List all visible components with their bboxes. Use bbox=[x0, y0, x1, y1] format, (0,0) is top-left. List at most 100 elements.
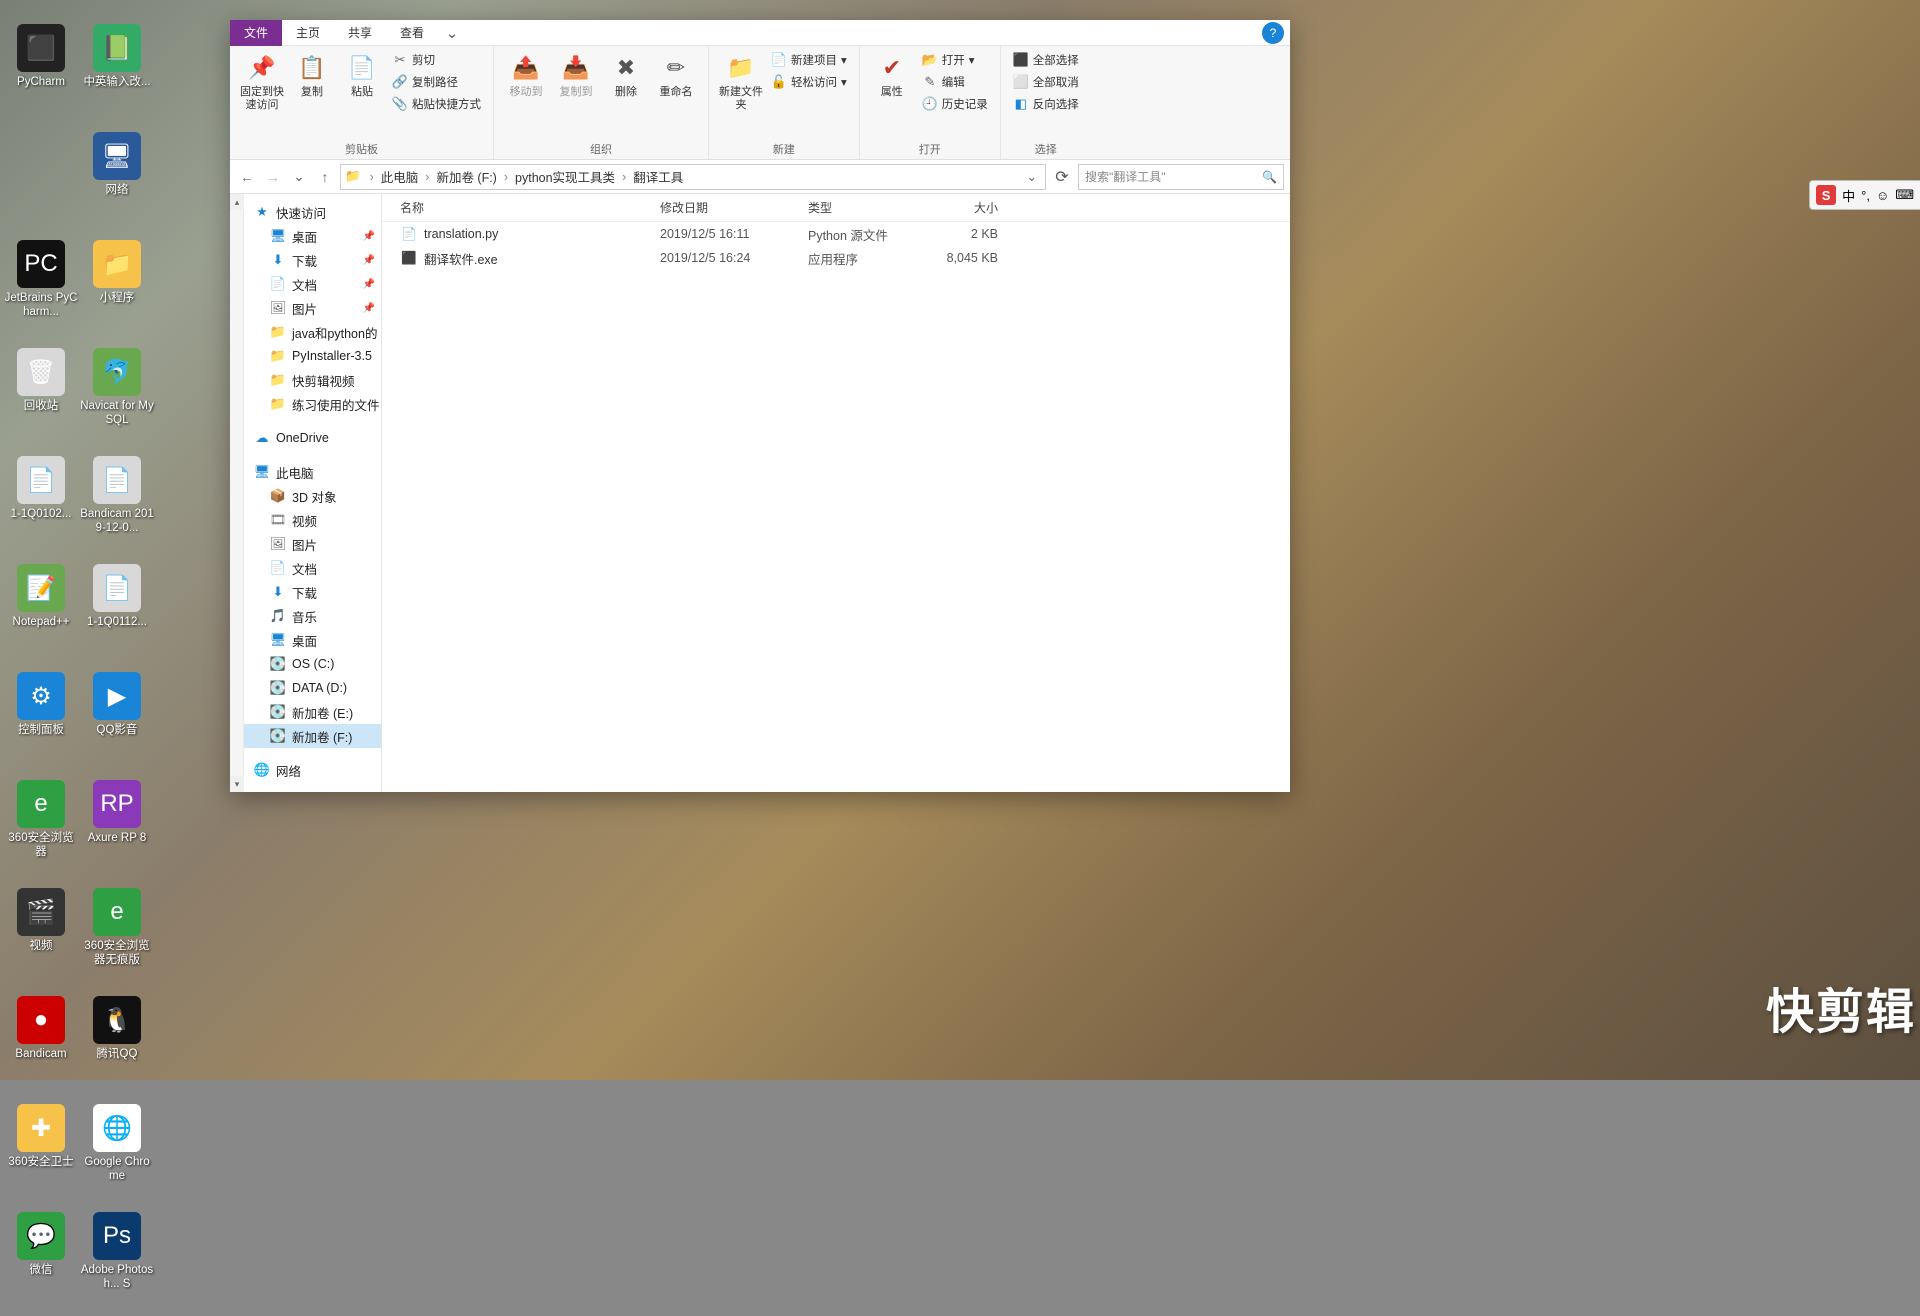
paste-button[interactable]: 📄粘贴 bbox=[338, 50, 386, 101]
sidebar-item[interactable]: 🖼图片📌 bbox=[244, 296, 381, 320]
col-size[interactable]: 大小 bbox=[928, 199, 1018, 216]
desktop-icon[interactable]: ▶QQ影音 bbox=[80, 672, 154, 772]
desktop-icon[interactable]: 📄Bandicam 2019-12-0... bbox=[80, 456, 154, 556]
sidebar-item[interactable]: 📄文档 bbox=[244, 556, 381, 580]
sidebar-item[interactable]: 🎞视频 bbox=[244, 508, 381, 532]
sidebar-item[interactable]: ⬇下载📌 bbox=[244, 248, 381, 272]
tab-view[interactable]: 查看 bbox=[386, 20, 438, 46]
desktop-icon[interactable]: PsAdobe Photosh... S bbox=[80, 1212, 154, 1312]
crumb-drive[interactable]: 新加卷 (F:) bbox=[434, 167, 498, 186]
sidebar-scrollbar[interactable]: ▴ ▾ bbox=[230, 194, 244, 792]
ime-toolbar[interactable]: S 中 °, ☺ ⌨ bbox=[1809, 180, 1920, 210]
chevron-right-icon[interactable]: › bbox=[619, 170, 629, 184]
sidebar-item[interactable]: 🖥桌面 bbox=[244, 628, 381, 652]
nav-recent-dropdown[interactable]: ⌄ bbox=[288, 166, 310, 188]
ime-keyboard-icon[interactable]: ⌨ bbox=[1895, 187, 1914, 203]
sidebar-item[interactable]: 💽新加卷 (F:) bbox=[244, 724, 381, 748]
sidebar-item[interactable]: 📦3D 对象 bbox=[244, 484, 381, 508]
moveto-button[interactable]: 📤移动到 bbox=[502, 50, 550, 101]
nav-up-button[interactable]: ↑ bbox=[314, 166, 336, 188]
sidebar-item[interactable]: 📁java和python的 bbox=[244, 320, 381, 344]
nav-back-button[interactable]: ← bbox=[236, 166, 258, 188]
sidebar-item[interactable]: 🎵音乐 bbox=[244, 604, 381, 628]
ime-punct-icon[interactable]: °, bbox=[1861, 188, 1870, 203]
sidebar-onedrive[interactable]: ☁OneDrive bbox=[244, 426, 381, 450]
breadcrumb-bar[interactable]: 📁 › 此电脑 › 新加卷 (F:) › python实现工具类 › 翻译工具 … bbox=[340, 164, 1046, 190]
desktop-icon[interactable]: 📗中英输入改... bbox=[80, 24, 154, 124]
chevron-right-icon[interactable]: › bbox=[367, 170, 377, 184]
paste-shortcut-button[interactable]: 📎粘贴快捷方式 bbox=[388, 94, 485, 114]
edit-button[interactable]: ✎编辑 bbox=[918, 72, 992, 92]
ime-language[interactable]: 中 bbox=[1842, 186, 1855, 205]
sidebar-quick-access[interactable]: ★快速访问 bbox=[244, 200, 381, 224]
tab-share[interactable]: 共享 bbox=[334, 20, 386, 46]
sidebar-thispc[interactable]: 🖥此电脑 bbox=[244, 460, 381, 484]
select-none-button[interactable]: ⬜全部取消 bbox=[1009, 72, 1083, 92]
history-button[interactable]: 🕘历史记录 bbox=[918, 94, 992, 114]
desktop-icon[interactable]: 📄1-1Q0112... bbox=[80, 564, 154, 664]
sidebar-item[interactable]: 📁PyInstaller-3.5 bbox=[244, 344, 381, 368]
ribbon-minimize[interactable]: ⌄ bbox=[438, 24, 466, 42]
easy-access-button[interactable]: 🔓轻松访问 ▾ bbox=[767, 72, 851, 92]
help-icon[interactable]: ? bbox=[1262, 22, 1284, 44]
copyto-button[interactable]: 📥复制到 bbox=[552, 50, 600, 101]
ime-emoji-icon[interactable]: ☺ bbox=[1876, 188, 1889, 203]
open-button[interactable]: 📂打开 ▾ bbox=[918, 50, 992, 70]
scroll-down-icon[interactable]: ▾ bbox=[230, 776, 244, 792]
cut-button[interactable]: ✂剪切 bbox=[388, 50, 485, 70]
desktop-icon[interactable]: 🖥网络 bbox=[80, 132, 154, 232]
file-row[interactable]: 📄translation.py2019/12/5 16:11Python 源文件… bbox=[382, 222, 1290, 246]
chevron-right-icon[interactable]: › bbox=[422, 170, 432, 184]
desktop-icon[interactable]: ●Bandicam bbox=[4, 996, 78, 1096]
nav-forward-button[interactable]: → bbox=[262, 166, 284, 188]
crumb-folder1[interactable]: python实现工具类 bbox=[513, 167, 617, 186]
properties-button[interactable]: ✔属性 bbox=[868, 50, 916, 101]
refresh-button[interactable]: ⟳ bbox=[1050, 167, 1074, 187]
desktop-icon[interactable]: 💬微信 bbox=[4, 1212, 78, 1312]
sidebar-network[interactable]: 🌐网络 bbox=[244, 758, 381, 782]
tab-home[interactable]: 主页 bbox=[282, 20, 334, 46]
col-date[interactable]: 修改日期 bbox=[660, 199, 808, 216]
desktop-icon[interactable]: 📝Notepad++ bbox=[4, 564, 78, 664]
copy-button[interactable]: 📋复制 bbox=[288, 50, 336, 101]
desktop-icon[interactable]: 🗑回收站 bbox=[4, 348, 78, 448]
select-all-button[interactable]: ⬛全部选择 bbox=[1009, 50, 1083, 70]
sidebar-item[interactable]: 💽OS (C:) bbox=[244, 652, 381, 676]
desktop-icon[interactable]: PCJetBrains PyCharm... bbox=[4, 240, 78, 340]
desktop-icon[interactable]: 🐧腾讯QQ bbox=[80, 996, 154, 1096]
sidebar-item[interactable]: 💽新加卷 (E:) bbox=[244, 700, 381, 724]
col-name[interactable]: 名称 bbox=[400, 199, 660, 216]
scroll-up-icon[interactable]: ▴ bbox=[230, 194, 244, 210]
crumb-folder2[interactable]: 翻译工具 bbox=[631, 167, 685, 186]
desktop-icon[interactable]: 📁小程序 bbox=[80, 240, 154, 340]
rename-button[interactable]: ✏重命名 bbox=[652, 50, 700, 101]
desktop-icon[interactable]: e360安全浏览器无痕版 bbox=[80, 888, 154, 988]
file-row[interactable]: ⬛翻译软件.exe2019/12/5 16:24应用程序8,045 KB bbox=[382, 246, 1290, 270]
address-dropdown[interactable]: ⌄ bbox=[1023, 169, 1041, 184]
sidebar-item[interactable]: ⬇下载 bbox=[244, 580, 381, 604]
new-folder-button[interactable]: 📁新建文件夹 bbox=[717, 50, 765, 113]
sidebar-item[interactable]: 🖼图片 bbox=[244, 532, 381, 556]
new-item-button[interactable]: 📄新建项目 ▾ bbox=[767, 50, 851, 70]
tab-file[interactable]: 文件 bbox=[230, 20, 282, 46]
desktop-icon[interactable]: RPAxure RP 8 bbox=[80, 780, 154, 880]
desktop-icon[interactable]: ✚360安全卫士 bbox=[4, 1104, 78, 1204]
sidebar-item[interactable]: 📁练习使用的文件 bbox=[244, 392, 381, 416]
pin-quickaccess-button[interactable]: 📌固定到快速访问 bbox=[238, 50, 286, 113]
col-type[interactable]: 类型 bbox=[808, 199, 928, 216]
copy-path-button[interactable]: 🔗复制路径 bbox=[388, 72, 485, 92]
desktop-icon[interactable]: ⬛PyCharm bbox=[4, 24, 78, 124]
sidebar-item[interactable]: 📁快剪辑视频 bbox=[244, 368, 381, 392]
crumb-thispc[interactable]: 此电脑 bbox=[379, 167, 421, 186]
desktop-icon[interactable]: 🐬Navicat for MySQL bbox=[80, 348, 154, 448]
desktop-icon[interactable]: ⚙控制面板 bbox=[4, 672, 78, 772]
desktop-icon[interactable]: 📄1-1Q0102... bbox=[4, 456, 78, 556]
sidebar-item[interactable]: 💽DATA (D:) bbox=[244, 676, 381, 700]
desktop-icon[interactable]: 🌐Google Chrome bbox=[80, 1104, 154, 1204]
sidebar-item[interactable]: 📄文档📌 bbox=[244, 272, 381, 296]
desktop-icon[interactable]: e360安全浏览器 bbox=[4, 780, 78, 880]
sidebar-item[interactable]: 🖥桌面📌 bbox=[244, 224, 381, 248]
invert-select-button[interactable]: ◧反向选择 bbox=[1009, 94, 1083, 114]
delete-button[interactable]: ✖删除 bbox=[602, 50, 650, 101]
chevron-right-icon[interactable]: › bbox=[501, 170, 511, 184]
